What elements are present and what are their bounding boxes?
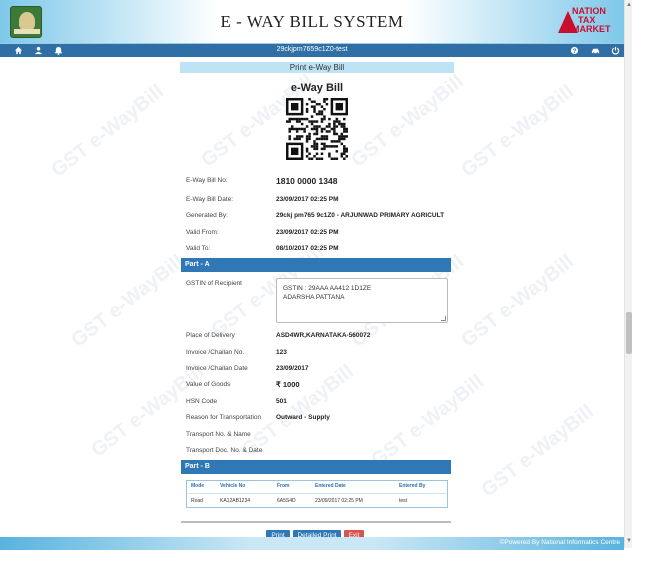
qr-code: [286, 98, 348, 160]
gstin-recipient-textarea[interactable]: GSTIN : 29AAA AA412 1D1ZE ADARSHA PATTAN…: [276, 278, 448, 323]
page-scrollbar[interactable]: ▲ ▼: [624, 0, 632, 548]
value-of-goods-value: ₹ 1000: [276, 380, 300, 389]
ewaybill-no-row: E-Way Bill No: 1810 0000 1348: [186, 176, 452, 189]
svg-text:?: ?: [573, 48, 577, 55]
table-cell-from: 6A5S4D: [277, 498, 296, 504]
transport-no-row: Transport No. & Name: [186, 431, 452, 443]
valid-to-row: Valid To: 08/10/2017 02:25 PM: [186, 245, 452, 257]
car-icon[interactable]: [591, 46, 600, 55]
recipient-name-line: ADARSHA PATTANA: [283, 294, 345, 301]
col-entered-by: Entered By: [399, 483, 426, 489]
ewaybill-date-label: E-Way Bill Date:: [186, 196, 234, 203]
col-mode: Mode: [191, 483, 205, 489]
scroll-down-arrow-icon[interactable]: ▼: [626, 538, 632, 544]
page-footer: ©Powered By National Informatics Centre: [0, 537, 624, 550]
scroll-up-arrow-icon[interactable]: ▲: [626, 2, 632, 8]
invoice-date-label: Invoice /Challan Date: [186, 365, 248, 372]
generated-by-label: Generated By:: [186, 212, 228, 219]
ewaybill-date-value: 23/09/2017 02:25 PM: [276, 196, 339, 203]
app-header: E - WAY BILL SYSTEM NATION TAX MARKET: [0, 0, 624, 44]
part-a-header: Part - A: [181, 258, 451, 272]
valid-from-row: Valid From: 23/09/2017 02:25 PM: [186, 229, 452, 241]
part-b-table: Mode Vehicle No From Entered Date Entere…: [186, 480, 448, 508]
col-entered-date: Entered Date: [315, 483, 346, 489]
transport-doc-row: Transport Doc. No. & Date: [186, 447, 452, 459]
hsn-code-value: 501: [276, 398, 287, 405]
invoice-no-value: 123: [276, 349, 287, 356]
top-navbar: 29ckjpm7659c1Z0-test ?: [0, 44, 624, 57]
hsn-code-row: HSN Code 501: [186, 398, 452, 410]
gstin-recipient-label: GSTIN of Recipient: [186, 280, 242, 287]
scroll-thumb[interactable]: [626, 312, 632, 354]
section-divider: [181, 521, 451, 523]
invoice-no-row: Invoice /Challan No. 123: [186, 349, 452, 361]
reason-transport-label: Reason for Transportation: [186, 414, 262, 421]
table-cell-vehicle-no: KA12AB1234: [220, 498, 251, 504]
table-cell-entered-by: test: [399, 498, 408, 504]
transport-doc-label: Transport Doc. No. & Date: [186, 447, 263, 454]
ewaybill-date-row: E-Way Bill Date: 23/09/2017 02:25 PM: [186, 196, 452, 208]
part-b-header: Part - B: [181, 460, 451, 474]
resize-handle-icon[interactable]: [441, 316, 446, 321]
place-of-delivery-value: ASD4WR,KARNATAKA-560072: [276, 332, 371, 339]
col-from: From: [277, 483, 290, 489]
valid-from-value: 23/09/2017 02:25 PM: [276, 229, 339, 236]
valid-to-label: Valid To:: [186, 245, 211, 252]
reason-transport-row: Reason for Transportation Outward - Supp…: [186, 414, 452, 426]
table-cell-mode: Road: [191, 498, 203, 504]
invoice-date-row: Invoice /Challan Date 23/09/2017: [186, 365, 452, 377]
reason-transport-value: Outward - Supply: [276, 414, 330, 421]
hsn-code-label: HSN Code: [186, 398, 218, 405]
print-ewaybill-title: Print e-Way Bill: [180, 62, 454, 73]
ewaybill-heading: e-Way Bill: [290, 82, 344, 94]
table-cell-entered-date: 23/09/2017 02:25 PM: [315, 498, 363, 504]
gstin-line: GSTIN : 29AAA AA412 1D1ZE: [283, 285, 372, 292]
generated-by-row: Generated By: 29ckj pm765 9c1Z0 - ARJUNW…: [186, 212, 452, 224]
transport-no-label: Transport No. & Name: [186, 431, 251, 438]
nation-tax-market-logo: NATION TAX MARKET: [558, 7, 618, 37]
invoice-no-label: Invoice /Challan No.: [186, 349, 245, 356]
valid-to-value: 08/10/2017 02:25 PM: [276, 245, 339, 252]
generated-by-value: 29ckj pm765 9c1Z0 - ARJUNWAD PRIMARY AGR…: [276, 212, 445, 219]
valid-from-label: Valid From:: [186, 229, 219, 236]
place-of-delivery-label: Place of Delivery: [186, 332, 235, 339]
ewaybill-no-value: 1810 0000 1348: [276, 176, 338, 186]
col-vehicle-no: Vehicle No: [220, 483, 246, 489]
value-of-goods-row: Value of Goods ₹ 1000: [186, 380, 452, 393]
place-of-delivery-row: Place of Delivery ASD4WR,KARNATAKA-56007…: [186, 332, 452, 344]
power-icon[interactable]: [611, 46, 620, 55]
logged-in-user: 29ckjpm7659c1Z0-test: [276, 46, 348, 53]
ewaybill-no-label: E-Way Bill No:: [186, 177, 228, 184]
help-icon[interactable]: ?: [570, 46, 579, 55]
value-of-goods-label: Value of Goods: [186, 381, 231, 388]
footer-credit: ©Powered By National Informatics Centre: [499, 539, 620, 546]
app-title: E - WAY BILL SYSTEM: [220, 12, 404, 31]
invoice-date-value: 23/09/2017: [276, 365, 309, 372]
